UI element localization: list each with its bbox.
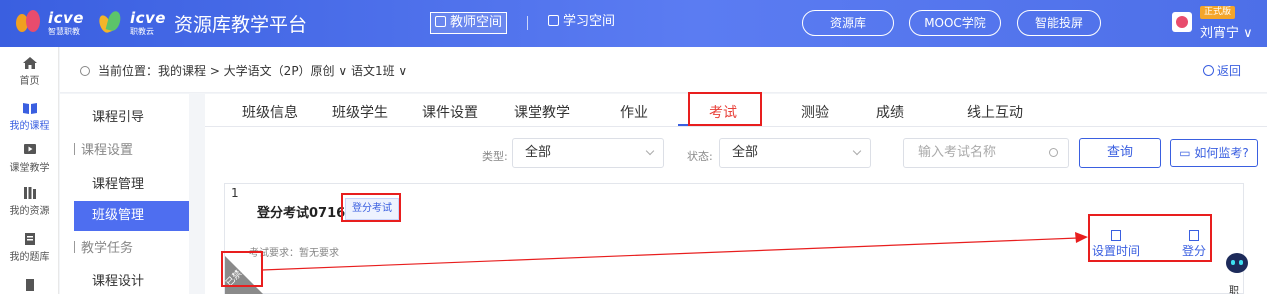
actions-highlight [1088,214,1212,262]
nav-my-courses-label: 我的课程 [9,121,50,132]
exam-search-placeholder: 输入考试名称 [918,145,997,160]
back-button[interactable]: 返回 [1202,62,1241,79]
location-pin-icon [80,66,90,76]
group-bar [74,143,75,155]
tab-classroom[interactable]: 课堂教学 [514,102,570,122]
course-menu-design[interactable]: 课程设计 [74,267,189,294]
nav-more[interactable] [0,279,59,294]
back-label: 返回 [1216,64,1241,78]
assistant-caption: 职 [1229,286,1239,294]
teacher-space-icon [435,16,446,27]
icve-logo-icon [14,8,44,38]
breadcrumb: 当前位置：我的课程 > 大学语文（2P）原创 ∨ 语文1班 ∨ [80,62,407,79]
nav-my-courses[interactable]: 我的课程 [0,102,59,132]
type-select-value: 全部 [525,145,552,160]
how-to-monitor-button[interactable]: ▭ 如何监考? [1170,139,1258,167]
how-to-monitor-label: 如何监考? [1194,146,1249,160]
zjy-logo-icon [97,9,126,37]
breadcrumb-text[interactable]: 当前位置：我的课程 > 大学语文（2P）原创 ∨ 语文1班 ∨ [98,64,407,78]
course-menu-tasks-label: 教学任务 [81,241,134,256]
back-arrow-icon [1202,65,1214,76]
nav-home[interactable]: 首页 [0,57,59,87]
ribbon-highlight [221,251,263,287]
query-button[interactable]: 查询 [1079,138,1161,168]
chevron-down-icon [852,146,862,156]
top-header: icve 智慧职教 icve 职教云 资源库教学平台 教师空间 学习空间 资源库… [0,0,1267,47]
tab-online-interaction[interactable]: 线上互动 [967,102,1023,122]
student-space-label: 学习空间 [563,14,616,29]
nav-question-bank-label: 我的题库 [9,252,50,263]
status-filter-label: 状态: [687,150,713,163]
logo-primary-text: icve [48,8,84,27]
logo-secondary: icve 职教云 [129,8,166,36]
nav-my-resources[interactable]: 我的资源 [0,187,59,217]
course-menu-management[interactable]: 课程管理 [74,170,189,200]
logo-secondary-text: icve [129,8,166,27]
teacher-space-label: 教师空间 [450,15,503,30]
play-icon [23,144,36,154]
space-separator [527,16,528,30]
home-icon [22,57,37,69]
nav-question-bank[interactable]: 我的题库 [0,233,59,263]
exam-index: 1 [231,186,239,200]
official-version-badge: 正式版 [1200,6,1236,19]
logo-text: icve 智慧职教 [48,8,84,36]
group-bar [74,241,75,253]
status-select[interactable]: 全部 [719,138,871,168]
tab-quiz[interactable]: 测验 [801,102,829,122]
student-space-tab[interactable]: 学习空间 [544,12,619,34]
course-menu: 课程引导 课程设置 课程管理 班级管理 教学任务 课程设计 [60,94,189,294]
student-space-icon [548,15,559,26]
smart-cast-button[interactable]: 智能投屏 [1017,10,1101,36]
exam-search-input[interactable]: 输入考试名称 [903,138,1069,168]
folder-icon [23,187,36,199]
search-icon [1049,148,1058,157]
user-name-menu[interactable]: 刘宵宁 ∨ [1200,22,1253,41]
left-nav: 首页 我的课程 课堂教学 我的资源 我的题库 [0,47,59,294]
tab-courseware[interactable]: 课件设置 [422,102,478,122]
doc-icon [25,279,34,291]
resource-library-button[interactable]: 资源库 [802,10,894,36]
course-menu-settings-label: 课程设置 [81,143,134,158]
chevron-down-icon [645,146,655,156]
mooc-college-button[interactable]: MOOC学院 [909,10,1001,36]
question-bank-icon [24,233,35,245]
nav-my-resources-label: 我的资源 [9,206,50,217]
nav-classroom[interactable]: 课堂教学 [0,144,59,174]
course-menu-class-management[interactable]: 班级管理 [74,201,189,231]
type-filter-label: 类型: [482,150,508,163]
tab-class-info[interactable]: 班级信息 [242,102,298,122]
logo-secondary-sub: 职教云 [129,26,154,36]
platform-title: 资源库教学平台 [173,13,307,36]
exam-tab-highlight [688,92,762,126]
book-icon [22,103,37,114]
tab-grades[interactable]: 成绩 [876,102,904,122]
type-select[interactable]: 全部 [512,138,664,168]
nav-home-label: 首页 [19,76,40,87]
tag-highlight [341,193,401,222]
course-menu-tasks-group: 教学任务 [74,234,189,264]
teacher-space-tab[interactable]: 教师空间 [430,12,508,34]
assistant-robot-icon[interactable] [1226,253,1248,273]
course-menu-guide[interactable]: 课程引导 [74,103,189,133]
logo-primary-sub: 智慧职教 [48,26,80,36]
tab-homework[interactable]: 作业 [620,102,648,122]
exam-title[interactable]: 登分考试0716 [257,202,345,221]
course-menu-settings-group: 课程设置 [74,136,189,166]
status-select-value: 全部 [732,145,759,160]
breadcrumb-bar: 当前位置：我的课程 > 大学语文（2P）原创 ∨ 语文1班 ∨ 返回 [60,47,1267,93]
tab-class-students[interactable]: 班级学生 [332,102,388,122]
monitor-icon: ▭ [1179,146,1195,160]
logo-area[interactable]: icve 智慧职教 icve 职教云 资源库教学平台 [14,8,307,38]
user-avatar-icon[interactable] [1172,12,1192,32]
nav-classroom-label: 课堂教学 [9,163,50,174]
